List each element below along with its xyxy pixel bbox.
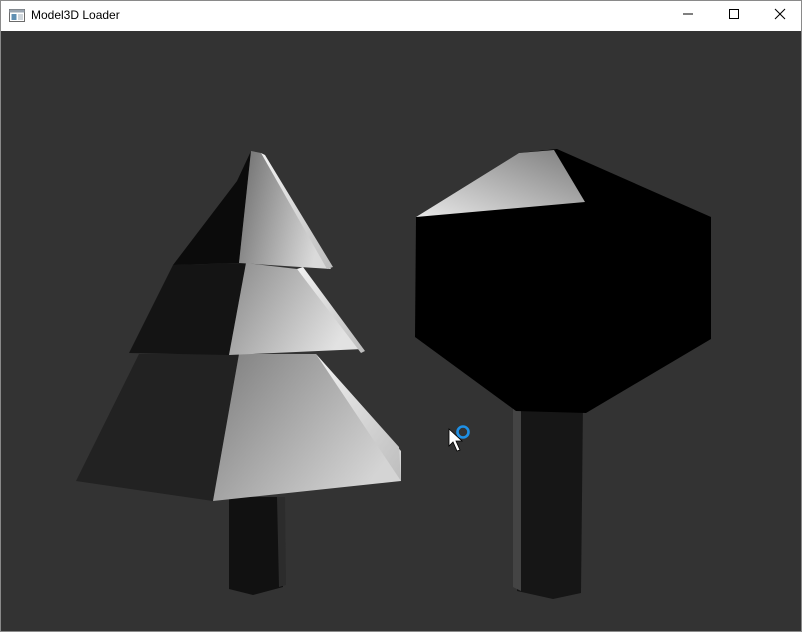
maximize-button[interactable] [711, 1, 757, 31]
pine-tree-model [76, 151, 401, 595]
minimize-icon [682, 7, 694, 25]
3d-viewport[interactable] [1, 31, 801, 631]
maximize-icon [728, 7, 740, 25]
minimize-button[interactable] [665, 1, 711, 31]
window-app-icon [9, 9, 25, 22]
app-window: Model3D Loader [0, 0, 802, 632]
arrow-busy-cursor [448, 425, 470, 452]
round-tree-model [415, 149, 711, 599]
title-bar[interactable]: Model3D Loader [1, 1, 801, 31]
window-title: Model3D Loader [31, 8, 120, 22]
close-icon [774, 7, 786, 25]
close-button[interactable] [757, 1, 802, 31]
